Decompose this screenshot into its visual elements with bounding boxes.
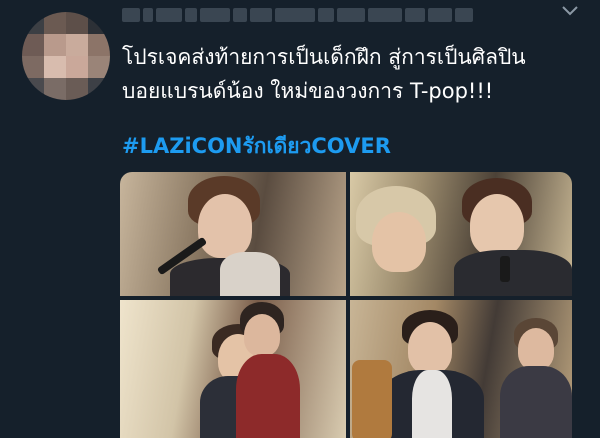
- chevron-down-icon: [562, 6, 578, 16]
- more-options-button[interactable]: [558, 4, 582, 24]
- photo-4[interactable]: [350, 300, 572, 438]
- photo-3[interactable]: [120, 300, 346, 438]
- tweet-text: โปรเจคส่งท้ายการเป็นเด็กฝึก สู่การเป็นศิ…: [122, 40, 582, 108]
- photo-2[interactable]: [350, 172, 572, 296]
- hashtag-link[interactable]: #LAZiCONรักเดียวCOVER: [122, 130, 391, 163]
- tweet-text-line-2: บอยแบรนด์น้อง ใหม่ของวงการ T-pop!!!: [122, 79, 494, 103]
- tweet-text-line-1: โปรเจคส่งท้ายการเป็นเด็กฝึก สู่การเป็นศิ…: [122, 45, 526, 69]
- avatar[interactable]: [22, 12, 110, 100]
- media-grid: [120, 172, 572, 438]
- photo-1[interactable]: [120, 172, 346, 296]
- user-header-blurred: [122, 6, 482, 24]
